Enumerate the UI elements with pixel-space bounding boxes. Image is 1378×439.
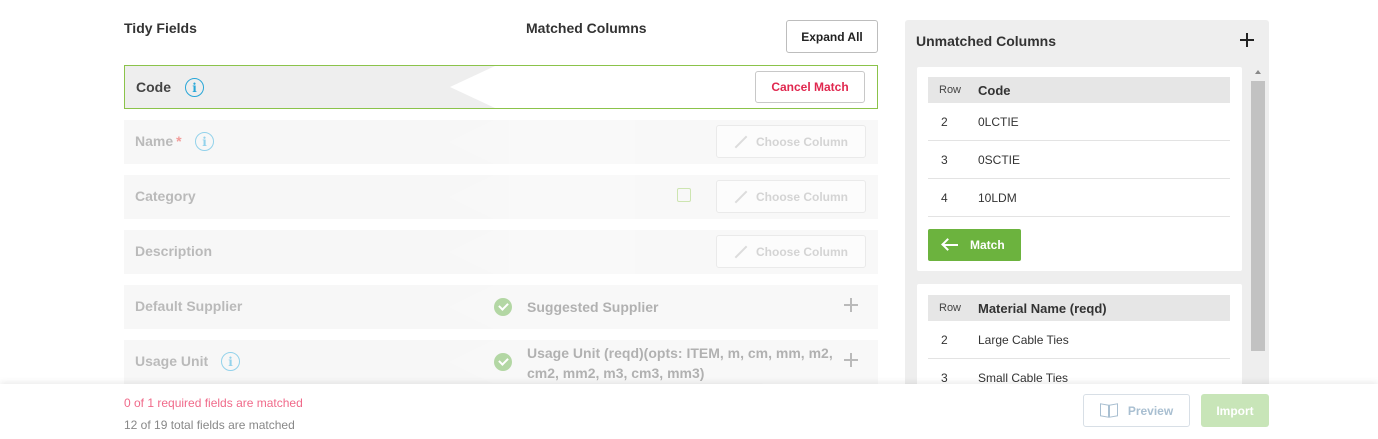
check-circle-icon (494, 298, 512, 316)
cancel-match-button[interactable]: Cancel Match (755, 71, 865, 103)
column-preview-table: Row Material Name (reqd) 2 Large Cable T… (928, 295, 1230, 397)
total-fields-status: 12 of 19 total fields are matched (124, 418, 295, 432)
check-circle-icon (494, 353, 512, 371)
unmatched-columns-panel: Unmatched Columns Row Code 2 0LCTIE 3 0S… (905, 20, 1269, 400)
panel-scrollbar[interactable] (1251, 68, 1265, 400)
required-fields-status: 0 of 1 required fields are matched (124, 396, 303, 410)
unmatched-column-card: Row Code 2 0LCTIE 3 0SCTIE 4 10LDM Match (917, 67, 1242, 271)
checkbox[interactable] (677, 188, 691, 202)
column-preview-header: Row Material Name (reqd) (928, 295, 1230, 321)
pencil-icon (734, 135, 748, 149)
field-label-category: Category (135, 188, 196, 204)
plus-icon[interactable] (844, 353, 858, 367)
tidy-fields-heading: Tidy Fields (124, 20, 197, 36)
info-icon[interactable]: i (221, 352, 240, 371)
expand-all-button[interactable]: Expand All (786, 20, 878, 53)
choose-column-button[interactable]: Choose Column (716, 125, 866, 158)
scrollbar-thumb[interactable] (1251, 81, 1265, 351)
field-label-name: Name * (135, 133, 182, 149)
import-button[interactable]: Import (1201, 394, 1269, 427)
field-label-usage-unit: Usage Unit (135, 353, 209, 369)
field-row-name[interactable]: Name * i Choose Column (124, 120, 878, 164)
scroll-up-arrow-icon[interactable] (1255, 70, 1261, 74)
pencil-icon (734, 245, 748, 259)
plus-icon[interactable] (844, 298, 858, 312)
table-row: 3 0SCTIE (928, 141, 1230, 179)
required-marker: * (176, 133, 182, 149)
table-row: 4 10LDM (928, 179, 1230, 217)
book-icon (1100, 404, 1118, 417)
field-row-description[interactable]: Description Choose Column (124, 230, 878, 274)
info-icon[interactable]: i (185, 78, 204, 97)
field-label-cell (125, 66, 495, 108)
column-preview-header: Row Code (928, 77, 1230, 103)
import-mapping-page: Tidy Fields Matched Columns Expand All C… (0, 0, 1378, 439)
field-row-default-supplier[interactable]: Default Supplier Suggested Supplier (124, 285, 878, 329)
table-row: 2 0LCTIE (928, 103, 1230, 141)
choose-column-button[interactable]: Choose Column (716, 235, 866, 268)
field-label-default-supplier: Default Supplier (135, 298, 243, 314)
info-icon[interactable]: i (195, 132, 214, 151)
field-row-usage-unit[interactable]: Usage Unit i Usage Unit (reqd)(opts: ITE… (124, 340, 878, 384)
field-row-category[interactable]: Category Choose Column (124, 175, 878, 219)
unmatched-columns-title: Unmatched Columns (916, 33, 1057, 49)
column-preview-table: Row Code 2 0LCTIE 3 0SCTIE 4 10LDM (928, 77, 1230, 217)
match-button[interactable]: Match (928, 229, 1021, 261)
preview-button[interactable]: Preview (1083, 394, 1190, 427)
choose-column-button[interactable]: Choose Column (716, 180, 866, 213)
footer-bar: 0 of 1 required fields are matched 12 of… (0, 384, 1378, 439)
add-column-plus-icon[interactable] (1240, 33, 1254, 47)
unmatched-column-card: Row Material Name (reqd) 2 Large Cable T… (917, 284, 1242, 400)
suggested-column: Suggested Supplier (527, 299, 659, 315)
pencil-icon (734, 190, 748, 204)
suggested-column: Usage Unit (reqd)(opts: ITEM, m, cm, mm,… (527, 345, 833, 381)
arrow-left-icon (942, 239, 958, 251)
field-label-code: Code (136, 79, 171, 95)
field-row-code[interactable]: Code i Cancel Match (124, 65, 878, 109)
field-label-description: Description (135, 243, 213, 259)
matched-columns-heading: Matched Columns (526, 20, 647, 36)
table-row: 2 Large Cable Ties (928, 321, 1230, 359)
